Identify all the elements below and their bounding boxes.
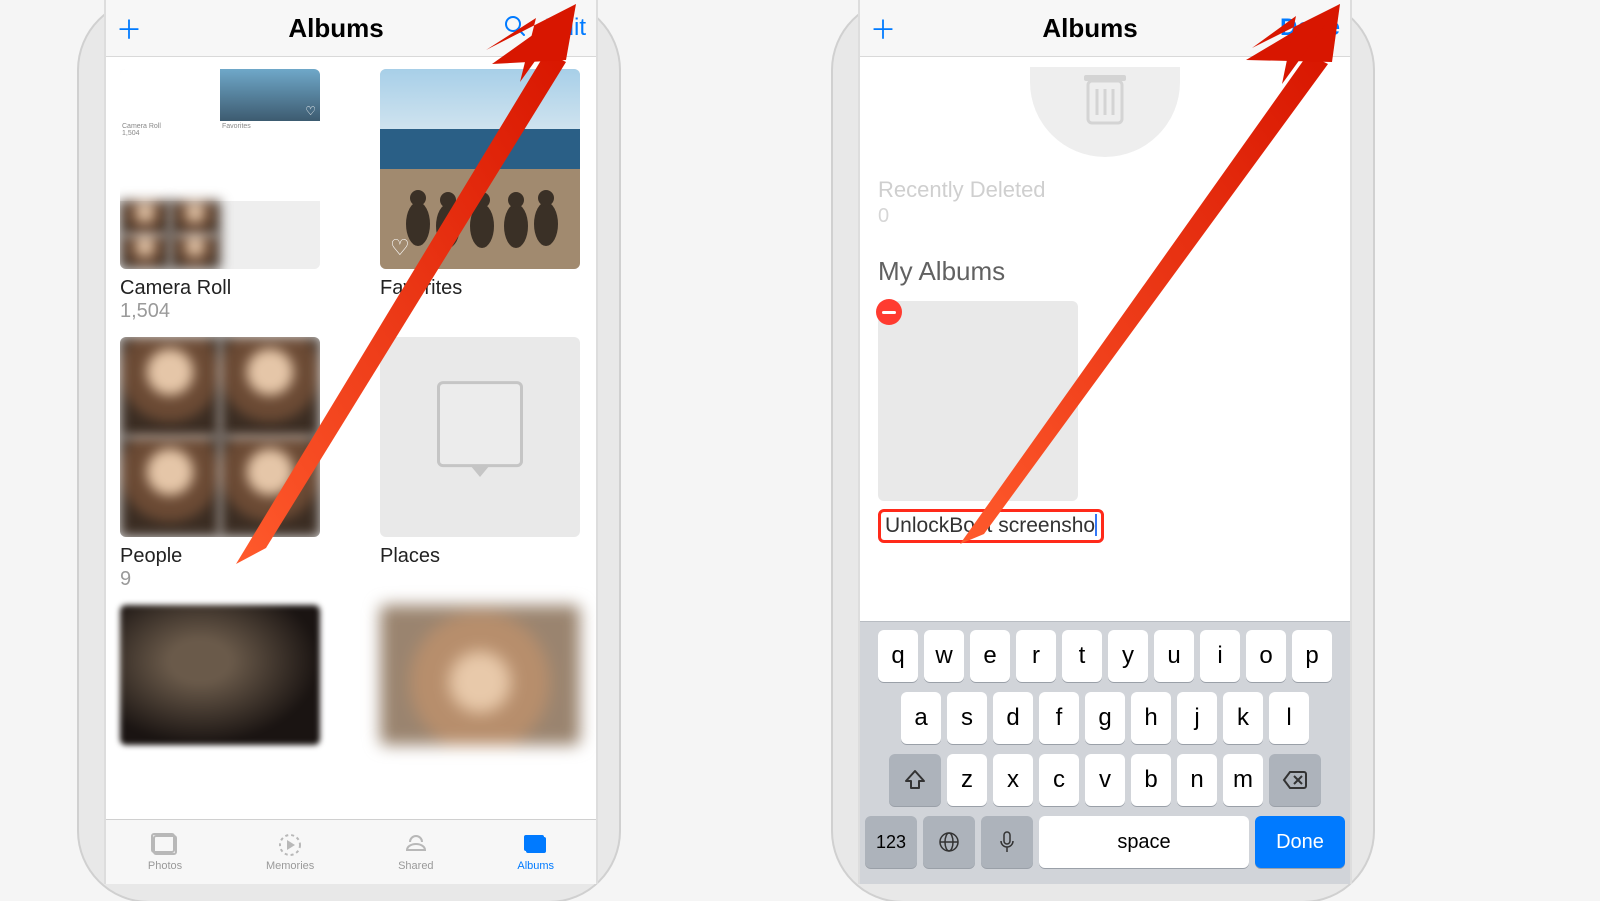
key-r[interactable]: r: [1016, 630, 1056, 682]
album-name: Places: [380, 545, 580, 568]
delete-badge-icon[interactable]: [876, 299, 902, 325]
album-name: Favorites: [380, 277, 580, 300]
tab-label: Albums: [517, 860, 554, 872]
key-o[interactable]: o: [1246, 630, 1286, 682]
tab-label: Photos: [148, 860, 182, 872]
key-m[interactable]: m: [1223, 754, 1263, 806]
new-album-item[interactable]: [878, 301, 1078, 501]
album-places[interactable]: Places: [380, 337, 580, 591]
tab-label: Shared: [398, 860, 433, 872]
space-key[interactable]: space: [1039, 816, 1249, 868]
key-e[interactable]: e: [970, 630, 1010, 682]
recently-deleted-count: 0: [878, 205, 1332, 228]
add-button[interactable]: ＋: [870, 10, 930, 47]
album-count: 1,504: [120, 300, 320, 323]
album-people[interactable]: People 9: [120, 337, 320, 591]
tab-label: Memories: [266, 860, 314, 872]
edit-content: Recently Deleted 0 My Albums UnlockBoot …: [860, 57, 1350, 543]
key-k[interactable]: k: [1223, 692, 1263, 744]
globe-icon: [938, 831, 960, 853]
key-i[interactable]: i: [1200, 630, 1240, 682]
key-j[interactable]: j: [1177, 692, 1217, 744]
mic-icon: [999, 831, 1015, 853]
heart-icon: ♡: [390, 235, 410, 261]
key-a[interactable]: a: [901, 692, 941, 744]
recently-deleted-label: Recently Deleted: [878, 177, 1332, 203]
album-name-value: UnlockBoot screensho: [885, 514, 1095, 537]
album-name: People: [120, 545, 320, 568]
mini-camera-roll-count: 1,504: [122, 130, 218, 137]
key-b[interactable]: b: [1131, 754, 1171, 806]
tab-shared[interactable]: Shared: [398, 832, 433, 872]
tab-photos[interactable]: Photos: [148, 832, 182, 872]
album-thumb-extra-2[interactable]: [380, 605, 580, 745]
album-favorites[interactable]: ♡ Favorites: [380, 69, 580, 323]
backspace-key[interactable]: [1269, 754, 1321, 806]
album-thumb-extra-1[interactable]: [120, 605, 320, 745]
phone-right: UnlockBoot 09:37 ⊙ 32% ＋ Albums: [833, 0, 1373, 901]
trash-icon: [1082, 71, 1128, 127]
albums-grid: ♡ Camera Roll1,504 Favorites Camera Roll…: [106, 57, 596, 757]
mini-camera-roll-label: Camera Roll: [122, 123, 218, 130]
nav-title: Albums: [1042, 13, 1137, 44]
my-albums-header: My Albums: [878, 256, 1332, 287]
tab-bar: Photos Memories Shared Albums: [106, 819, 596, 884]
key-f[interactable]: f: [1039, 692, 1079, 744]
mini-favorites-label: Favorites: [222, 123, 318, 130]
screen-right: UnlockBoot 09:37 ⊙ 32% ＋ Albums: [858, 0, 1352, 884]
key-t[interactable]: t: [1062, 630, 1102, 682]
edit-button[interactable]: Edit: [545, 14, 586, 42]
keyboard: qwertyuiop asdfghjkl zxcvbnm 123: [860, 621, 1350, 884]
album-name-input[interactable]: UnlockBoot screensho: [878, 509, 1104, 543]
nav-bar: ＋ Albums Edit: [106, 0, 596, 57]
phone-left: UnlockBoot 09:36 ⊙ 33% ＋ Albums: [79, 0, 619, 901]
add-button[interactable]: ＋: [116, 10, 176, 47]
search-icon[interactable]: [503, 14, 527, 43]
globe-key[interactable]: [923, 816, 975, 868]
key-p[interactable]: p: [1292, 630, 1332, 682]
recently-deleted-thumb: [1030, 67, 1180, 157]
key-l[interactable]: l: [1269, 692, 1309, 744]
mic-key[interactable]: [981, 816, 1033, 868]
key-x[interactable]: x: [993, 754, 1033, 806]
screen-left: UnlockBoot 09:36 ⊙ 33% ＋ Albums: [104, 0, 598, 884]
key-c[interactable]: c: [1039, 754, 1079, 806]
done-button[interactable]: Done: [1280, 14, 1340, 42]
tab-memories[interactable]: Memories: [266, 832, 314, 872]
key-g[interactable]: g: [1085, 692, 1125, 744]
key-z[interactable]: z: [947, 754, 987, 806]
key-s[interactable]: s: [947, 692, 987, 744]
backspace-icon: [1282, 770, 1308, 790]
nav-title: Albums: [288, 13, 383, 44]
shift-key[interactable]: [889, 754, 941, 806]
nav-bar: ＋ Albums Done: [860, 0, 1350, 57]
numbers-key[interactable]: 123: [865, 816, 917, 868]
key-w[interactable]: w: [924, 630, 964, 682]
shift-icon: [904, 769, 926, 791]
key-q[interactable]: q: [878, 630, 918, 682]
key-v[interactable]: v: [1085, 754, 1125, 806]
tab-albums[interactable]: Albums: [517, 832, 554, 872]
key-h[interactable]: h: [1131, 692, 1171, 744]
key-y[interactable]: y: [1108, 630, 1148, 682]
key-d[interactable]: d: [993, 692, 1033, 744]
album-camera-roll[interactable]: ♡ Camera Roll1,504 Favorites Camera Roll…: [120, 69, 320, 323]
key-n[interactable]: n: [1177, 754, 1217, 806]
keyboard-done-key[interactable]: Done: [1255, 816, 1345, 868]
album-count: 9: [120, 568, 320, 591]
album-name: Camera Roll: [120, 277, 320, 300]
key-u[interactable]: u: [1154, 630, 1194, 682]
